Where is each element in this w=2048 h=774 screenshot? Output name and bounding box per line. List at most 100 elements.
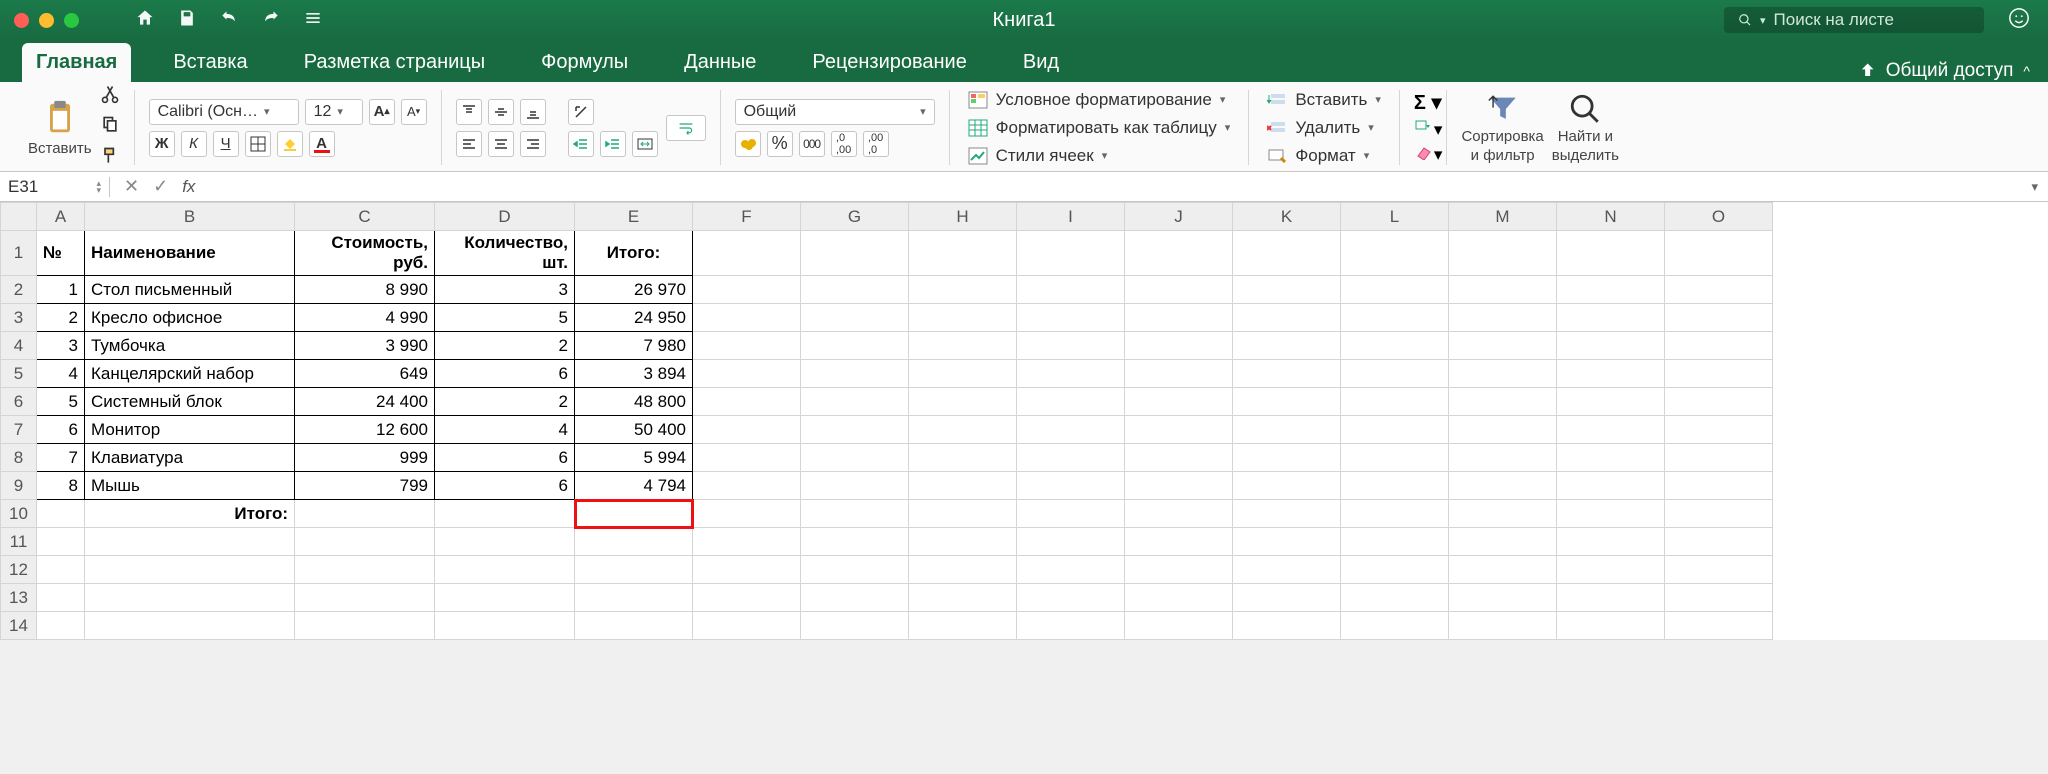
cell[interactable]: Клавиатура <box>85 444 295 472</box>
cell[interactable] <box>1449 584 1557 612</box>
cell[interactable] <box>1665 500 1773 528</box>
cell[interactable] <box>37 500 85 528</box>
cell[interactable] <box>1017 612 1125 640</box>
cell[interactable] <box>693 304 801 332</box>
cell[interactable] <box>1233 276 1341 304</box>
cell[interactable]: 6 <box>435 360 575 388</box>
cell[interactable]: 8 <box>37 472 85 500</box>
cell[interactable]: 24 400 <box>295 388 435 416</box>
cell[interactable]: 8 990 <box>295 276 435 304</box>
format-cells-button[interactable]: Формат▾ <box>1263 144 1385 168</box>
decrease-font-icon[interactable]: A▾ <box>401 99 427 125</box>
col-header-J[interactable]: J <box>1125 203 1233 231</box>
cell[interactable] <box>1341 231 1449 276</box>
col-header-K[interactable]: K <box>1233 203 1341 231</box>
cell[interactable] <box>693 444 801 472</box>
cell[interactable] <box>1125 612 1233 640</box>
cell[interactable] <box>435 528 575 556</box>
tab-review[interactable]: Рецензирование <box>798 43 980 82</box>
cell[interactable] <box>295 584 435 612</box>
cell[interactable]: Стоимость, руб. <box>295 231 435 276</box>
home-icon[interactable] <box>135 8 155 33</box>
cell[interactable] <box>1557 360 1665 388</box>
cell[interactable] <box>1449 472 1557 500</box>
row-header[interactable]: 9 <box>1 472 37 500</box>
cell[interactable]: 6 <box>435 472 575 500</box>
cell[interactable] <box>693 528 801 556</box>
cell[interactable] <box>1341 388 1449 416</box>
decrease-indent-icon[interactable] <box>568 131 594 157</box>
cell[interactable] <box>693 556 801 584</box>
tab-data[interactable]: Данные <box>670 43 770 82</box>
row-header[interactable]: 13 <box>1 584 37 612</box>
cell[interactable] <box>909 472 1017 500</box>
align-center-icon[interactable] <box>488 131 514 157</box>
tab-page-layout[interactable]: Разметка страницы <box>290 43 499 82</box>
cell[interactable] <box>909 556 1017 584</box>
cell[interactable] <box>1665 416 1773 444</box>
cell[interactable]: Стол письменный <box>85 276 295 304</box>
cell[interactable] <box>693 612 801 640</box>
col-header-N[interactable]: N <box>1557 203 1665 231</box>
copy-icon[interactable] <box>100 115 120 140</box>
undo-icon[interactable] <box>219 8 239 33</box>
cell[interactable] <box>801 416 909 444</box>
cell[interactable] <box>1665 332 1773 360</box>
cell[interactable] <box>1125 528 1233 556</box>
share-button[interactable]: Общий доступ ^ <box>1856 60 2048 82</box>
cell[interactable] <box>1233 304 1341 332</box>
col-header-B[interactable]: B <box>85 203 295 231</box>
cell[interactable]: 1 <box>37 276 85 304</box>
row-header[interactable]: 5 <box>1 360 37 388</box>
cut-icon[interactable] <box>100 84 120 109</box>
cell[interactable] <box>693 332 801 360</box>
align-middle-icon[interactable] <box>488 99 514 125</box>
cell[interactable] <box>693 231 801 276</box>
cell[interactable] <box>1557 612 1665 640</box>
sort-filter-button[interactable]: Сортировкаи фильтр <box>1461 92 1543 164</box>
col-header-O[interactable]: O <box>1665 203 1773 231</box>
increase-decimal-icon[interactable]: ,0,00 <box>831 131 857 157</box>
row-header[interactable]: 6 <box>1 388 37 416</box>
col-header-L[interactable]: L <box>1341 203 1449 231</box>
cell[interactable] <box>1125 304 1233 332</box>
cell[interactable] <box>1665 388 1773 416</box>
cell[interactable]: Кресло офисное <box>85 304 295 332</box>
cell[interactable] <box>1557 276 1665 304</box>
cell[interactable] <box>435 584 575 612</box>
cell[interactable] <box>1341 276 1449 304</box>
row-header[interactable]: 14 <box>1 612 37 640</box>
font-color-button[interactable]: A <box>309 131 335 157</box>
cell-styles-button[interactable]: Стили ячеек▾ <box>964 144 1235 168</box>
cell[interactable] <box>1449 528 1557 556</box>
cell[interactable] <box>1665 556 1773 584</box>
number-format-select[interactable]: Общий▾ <box>735 99 935 125</box>
cell[interactable]: Канцелярский набор <box>85 360 295 388</box>
qat-customize-icon[interactable] <box>303 8 323 33</box>
cell[interactable] <box>1341 584 1449 612</box>
cell[interactable] <box>85 612 295 640</box>
cell[interactable] <box>1017 556 1125 584</box>
paste-button[interactable]: Вставить <box>28 98 92 157</box>
cell[interactable] <box>295 500 435 528</box>
cell[interactable] <box>801 444 909 472</box>
cell[interactable] <box>37 556 85 584</box>
cell[interactable] <box>1557 304 1665 332</box>
cell[interactable]: 5 <box>37 388 85 416</box>
cell[interactable] <box>1125 500 1233 528</box>
cell[interactable]: 5 994 <box>575 444 693 472</box>
cell[interactable]: Наименование <box>85 231 295 276</box>
cell[interactable] <box>801 332 909 360</box>
row-header[interactable]: 4 <box>1 332 37 360</box>
cell[interactable] <box>1233 388 1341 416</box>
cell[interactable] <box>1557 528 1665 556</box>
cell[interactable] <box>801 276 909 304</box>
cell[interactable] <box>1665 472 1773 500</box>
cell[interactable] <box>1449 332 1557 360</box>
cell[interactable] <box>1233 556 1341 584</box>
cell[interactable]: Итого: <box>575 231 693 276</box>
cancel-formula-icon[interactable]: ✕ <box>124 176 139 197</box>
find-select-button[interactable]: Найти ивыделить <box>1552 92 1619 164</box>
cell[interactable] <box>1017 500 1125 528</box>
cell[interactable] <box>1125 332 1233 360</box>
